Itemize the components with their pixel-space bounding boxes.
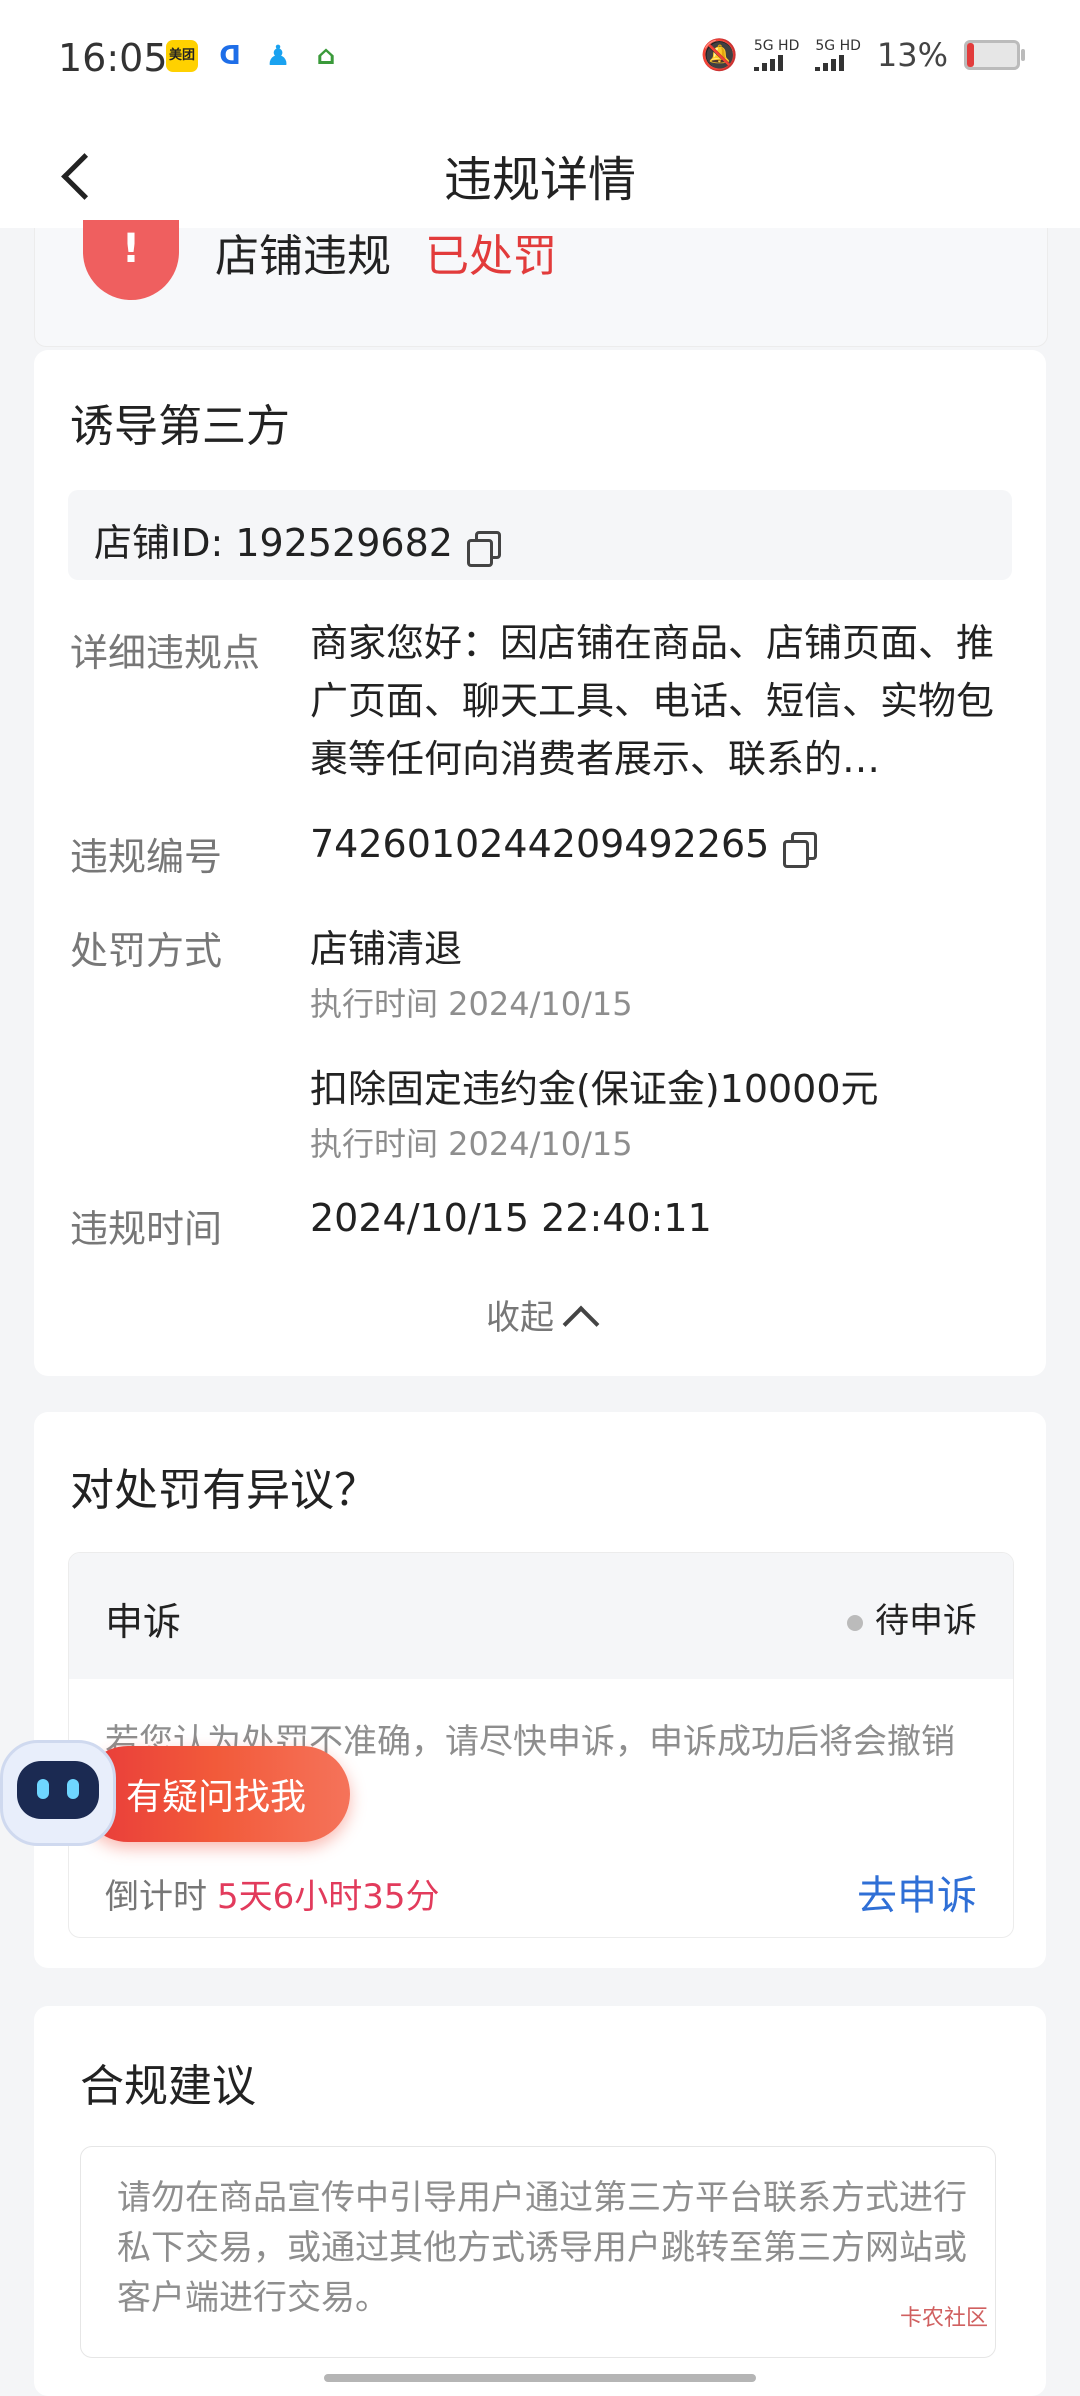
house-app-icon: ⌂ xyxy=(316,41,336,71)
blue-app-icon: ᗡ xyxy=(219,41,241,71)
meituan-app-icon: 美团 xyxy=(166,40,198,72)
violation-number: 7426010244209492265 xyxy=(310,822,770,866)
nav-bar: 违规详情 xyxy=(0,118,1080,228)
penalty-item: 店铺清退 执行时间 2024/10/15 xyxy=(310,918,633,1025)
violation-time: 2024/10/15 22:40:11 xyxy=(310,1196,712,1240)
status-dot-icon xyxy=(847,1614,863,1631)
status-time: 16:05 xyxy=(58,36,168,80)
shop-id: 店铺ID: 192529682 xyxy=(94,521,453,565)
qq-app-icon: ♟ xyxy=(265,39,291,72)
battery-percent: 13% xyxy=(876,36,948,74)
violation-detail-card: 诱导第三方 店铺ID: 192529682 详细违规点 商家您好：因店铺在商品、… xyxy=(34,350,1046,1376)
assistant-label: 有疑问找我 xyxy=(126,1777,307,1818)
status-indicators: 🔕 5G HD 5G HD 13% xyxy=(700,36,1025,74)
detail-label: 详细违规点 xyxy=(70,631,261,675)
penalty-text: 扣除固定违约金(保证金)10000元 xyxy=(310,1067,879,1111)
robot-avatar-icon xyxy=(0,1740,116,1846)
shop-id-box: 店铺ID: 192529682 xyxy=(68,490,1012,580)
chevron-up-icon xyxy=(562,1305,600,1343)
compliance-title: 合规建议 xyxy=(80,2061,256,2112)
compliance-card: 合规建议 请勿在商品宣传中引导用户通过第三方平台联系方式进行私下交易，或通过其他… xyxy=(34,2006,1046,2396)
signal-icon: 5G HD xyxy=(815,39,861,71)
violation-type-label: 店铺违规 xyxy=(215,231,391,282)
penalty-item: 扣除固定违约金(保证金)10000元 执行时间 2024/10/15 xyxy=(310,1058,879,1165)
signal-icon: 5G HD xyxy=(753,39,799,71)
number-label: 违规编号 xyxy=(70,835,223,879)
penalty-text: 店铺清退 xyxy=(310,927,463,971)
violation-status: 已处罚 xyxy=(425,231,557,282)
mute-icon: 🔕 xyxy=(700,37,738,73)
appeal-card: 对处罚有异议？ 申诉 待申诉 若您认为处罚不准确，请尽快申诉，申诉成功后将会撤销… xyxy=(34,1412,1046,1968)
assistant-floating-button[interactable]: 有疑问找我 xyxy=(0,1700,360,1850)
number-row: 7426010244209492265 xyxy=(310,822,818,868)
penalty-time: 执行时间 2024/10/15 xyxy=(310,985,633,1023)
detail-value: 商家您好：因店铺在商品、店铺页面、推广页面、聊天工具、电话、短信、实物包裹等任何… xyxy=(310,621,995,781)
copy-icon[interactable] xyxy=(783,831,818,868)
countdown-value: 5天6小时35分 xyxy=(217,1877,440,1917)
appeal-status: 待申诉 xyxy=(847,1593,977,1642)
appeal-countdown: 倒计时 5天6小时35分 xyxy=(105,1877,440,1917)
violation-summary-card: ! 店铺违规 已处罚 xyxy=(34,220,1048,347)
home-indicator[interactable] xyxy=(324,2374,756,2382)
penalty-label: 处罚方式 xyxy=(70,929,223,973)
status-app-icons: 美团 ᗡ ♟ ⌂ xyxy=(166,40,342,72)
shield-warning-icon: ! xyxy=(83,220,179,300)
collapse-button[interactable]: 收起 xyxy=(34,1290,1046,1343)
go-appeal-button[interactable]: 去申诉 xyxy=(857,1863,977,1921)
time-label: 违规时间 xyxy=(70,1207,223,1251)
violation-title: 诱导第三方 xyxy=(70,401,290,452)
assistant-pill[interactable]: 有疑问找我 xyxy=(80,1746,350,1842)
penalty-time: 执行时间 2024/10/15 xyxy=(310,1125,633,1163)
copy-icon[interactable] xyxy=(466,530,501,567)
page-title: 违规详情 xyxy=(443,152,636,208)
appeal-box-title: 申诉 xyxy=(105,1600,182,1644)
status-bar: 16:05 美团 ᗡ ♟ ⌂ 🔕 5G HD 5G HD 13% xyxy=(0,0,1080,118)
compliance-box: 请勿在商品宣传中引导用户通过第三方平台联系方式进行私下交易，或通过其他方式诱导用… xyxy=(80,2146,996,2358)
appeal-section-title: 对处罚有异议？ xyxy=(70,1465,378,1516)
watermark: 卡农社区 xyxy=(900,2306,989,2331)
compliance-text: 请勿在商品宣传中引导用户通过第三方平台联系方式进行私下交易，或通过其他方式诱导用… xyxy=(117,2178,967,2318)
battery-icon xyxy=(964,40,1025,70)
